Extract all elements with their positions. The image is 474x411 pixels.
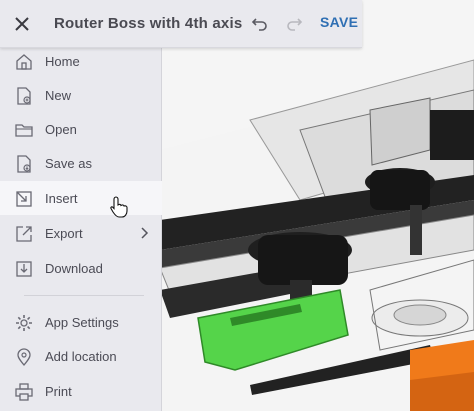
close-button[interactable] — [0, 0, 44, 48]
menu-item-home[interactable]: Home — [0, 44, 162, 78]
folder-icon — [15, 124, 33, 137]
menu-item-label: Export — [45, 225, 83, 241]
menu-item-label: Open — [45, 121, 77, 137]
menu-item-label: Save as — [45, 155, 92, 171]
document-title: Router Boss with 4th axis — [54, 15, 243, 32]
gear-icon — [16, 315, 32, 331]
menu-item-save-as[interactable]: Save as — [0, 146, 162, 180]
menu-item-label: Download — [45, 260, 103, 276]
file-menu: Home New Open Save as Insert Export Down… — [0, 44, 162, 411]
home-icon — [16, 54, 32, 70]
menu-item-label: App Settings — [45, 314, 119, 330]
menu-item-add-location[interactable]: Add location — [0, 339, 162, 373]
menu-item-label: Home — [45, 53, 80, 69]
menu-item-app-settings[interactable]: App Settings — [0, 305, 162, 339]
chevron-right-icon — [141, 227, 149, 239]
save-button[interactable]: SAVE — [320, 14, 358, 30]
menu-item-label: Add location — [45, 348, 117, 364]
hand-cursor-icon — [110, 196, 128, 218]
menu-item-print[interactable]: Print — [0, 374, 162, 408]
menu-divider — [24, 295, 144, 296]
printer-icon — [15, 383, 33, 401]
save-as-icon — [17, 155, 31, 173]
menu-item-label: New — [45, 87, 72, 103]
menu-item-label: Print — [45, 383, 72, 399]
close-icon — [15, 16, 29, 31]
menu-item-label: Insert — [45, 190, 78, 206]
undo-button[interactable] — [248, 12, 272, 36]
menu-item-download[interactable]: Download — [0, 251, 162, 285]
insert-icon — [16, 191, 32, 207]
menu-item-insert[interactable]: Insert — [0, 181, 162, 215]
menu-item-new[interactable]: New — [0, 78, 162, 112]
menu-item-open[interactable]: Open — [0, 112, 162, 146]
undo-icon — [251, 18, 267, 31]
download-icon — [16, 261, 32, 277]
redo-icon — [287, 18, 303, 31]
new-file-icon — [17, 87, 31, 105]
title-bar: Router Boss with 4th axis SAVE — [0, 0, 362, 48]
menu-item-export[interactable]: Export — [0, 216, 162, 250]
location-pin-icon — [17, 348, 31, 367]
export-icon — [16, 226, 32, 242]
redo-button[interactable] — [282, 12, 306, 36]
